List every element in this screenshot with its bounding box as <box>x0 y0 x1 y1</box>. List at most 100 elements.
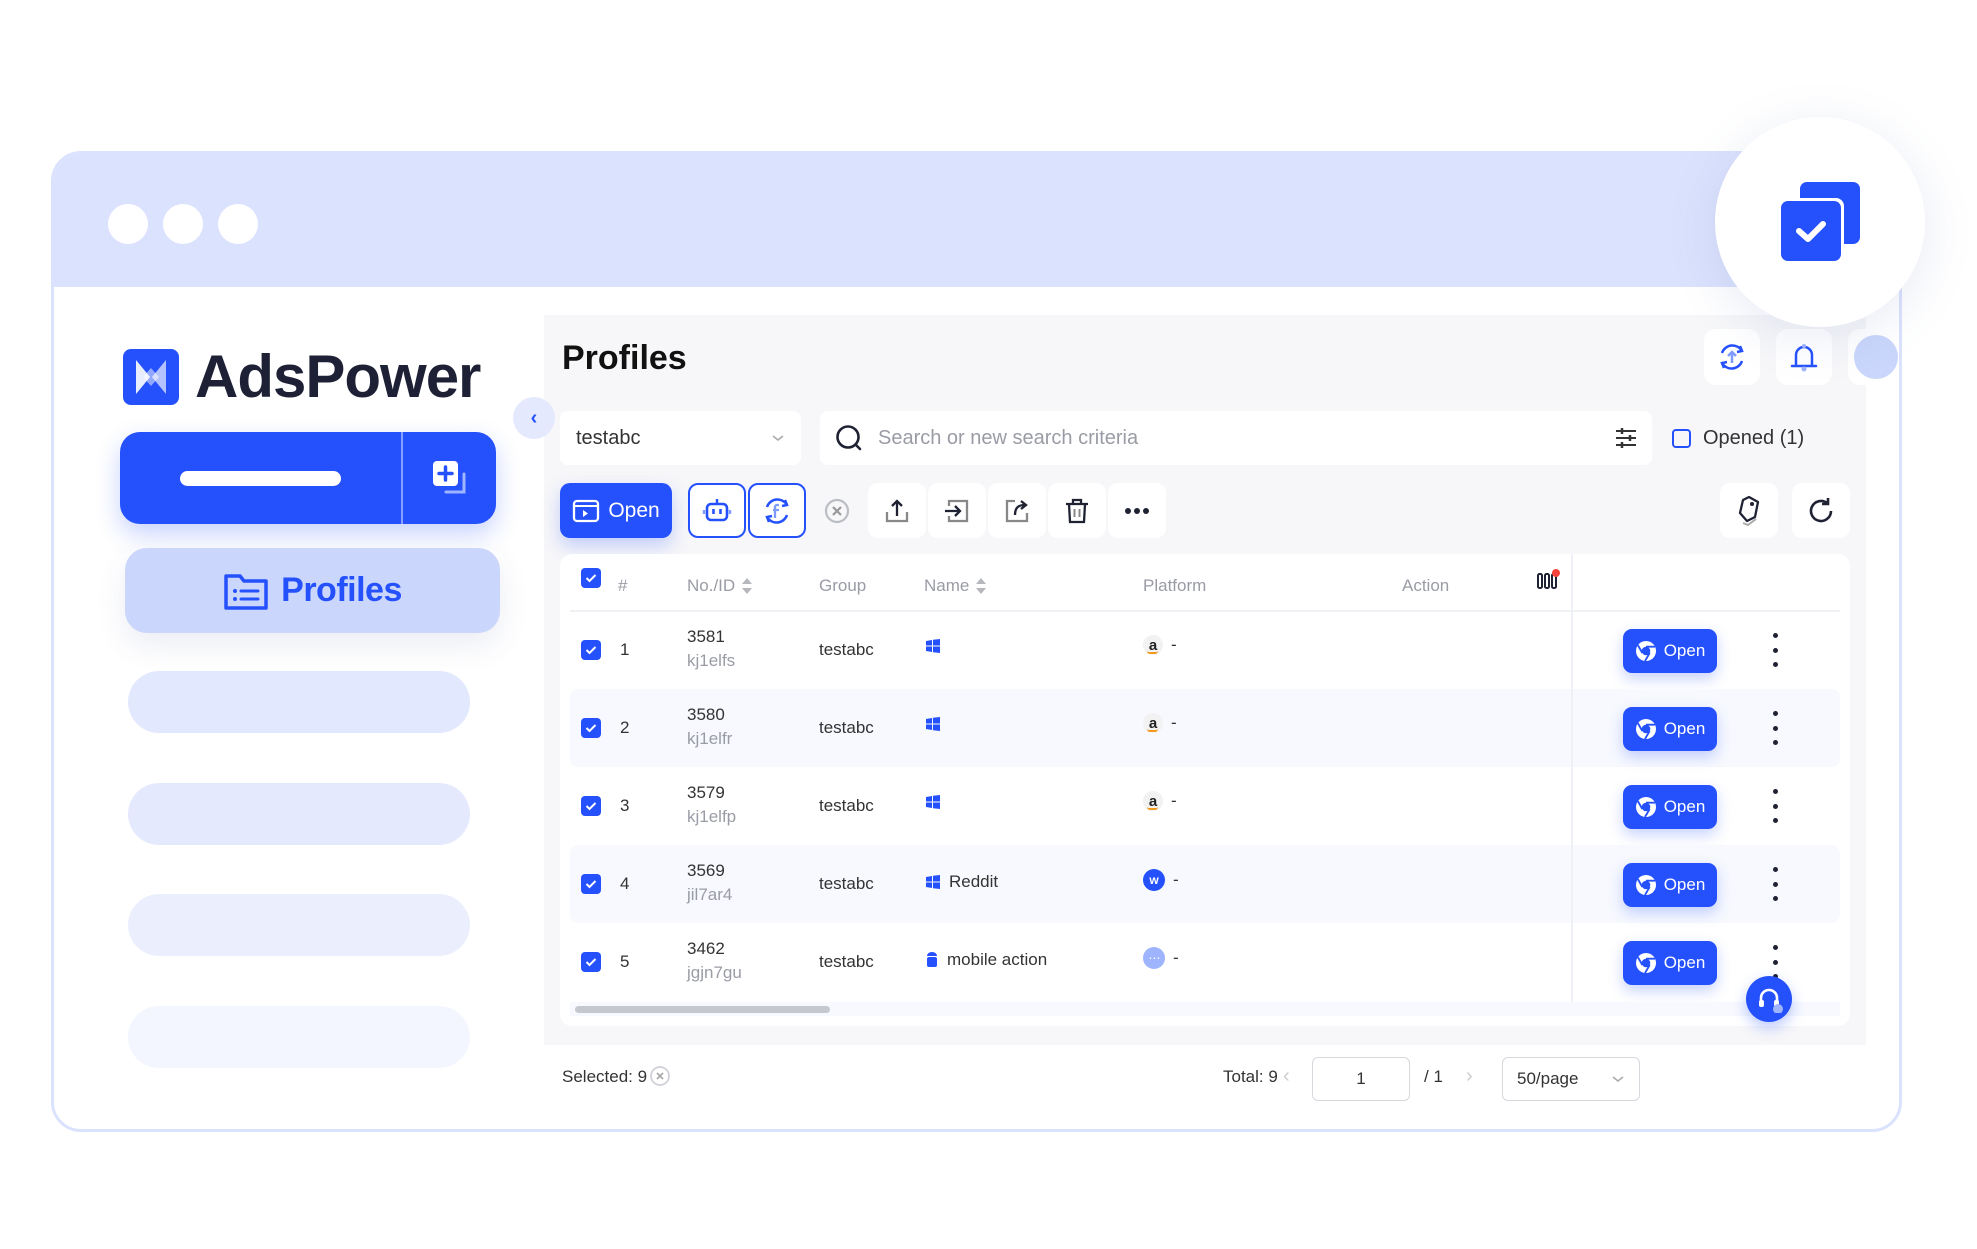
windows-icon <box>926 639 940 653</box>
profile-name: Reddit <box>949 872 999 891</box>
table-row[interactable]: 3 3579 kj1elfp testabc a - Open <box>570 767 1840 845</box>
sidebar-placeholder <box>128 894 470 956</box>
row-index: 2 <box>620 718 630 737</box>
row-checkbox[interactable] <box>581 718 601 738</box>
row-index: 3 <box>620 796 630 815</box>
search-input[interactable] <box>878 426 1600 450</box>
more-icon <box>1125 507 1149 514</box>
import-button[interactable] <box>928 483 986 538</box>
more-button[interactable] <box>1108 483 1166 538</box>
open-profile-label: Open <box>1663 719 1706 738</box>
platform-cell: a- <box>1143 635 1177 655</box>
collapse-sidebar-button[interactable]: ‹ <box>513 397 555 439</box>
add-profile-icon <box>432 461 465 494</box>
row-more-button[interactable] <box>1765 945 1785 979</box>
next-page-button[interactable]: › <box>1466 1065 1473 1088</box>
brand-name: AdsPower <box>195 343 481 410</box>
row-more-button[interactable] <box>1765 633 1785 667</box>
new-profile-button[interactable] <box>120 432 496 524</box>
row-more-button[interactable] <box>1765 711 1785 745</box>
column-header-name[interactable]: Name <box>924 576 987 596</box>
row-checkbox[interactable] <box>581 796 601 816</box>
sync-button[interactable] <box>1704 329 1760 385</box>
sidebar-placeholder <box>128 1006 470 1068</box>
row-more-button[interactable] <box>1765 789 1785 823</box>
support-chat-button[interactable] <box>1746 976 1792 1022</box>
open-profile-button[interactable]: Open <box>1623 629 1717 673</box>
profile-number: 3579 <box>687 783 725 802</box>
checkbox[interactable] <box>1672 428 1691 448</box>
column-header-id[interactable]: No./ID <box>687 576 753 596</box>
opened-filter-checkbox[interactable]: Opened (1) <box>1672 411 1804 465</box>
profile-group: testabc <box>819 640 874 659</box>
group-select[interactable]: testabc <box>560 411 801 465</box>
avatar-button[interactable] <box>1848 329 1899 385</box>
amazon-icon: a <box>1143 713 1163 733</box>
row-checkbox[interactable] <box>581 640 601 660</box>
row-more-button[interactable] <box>1765 867 1785 901</box>
rpa-button[interactable] <box>688 483 746 538</box>
chrome-icon <box>1635 953 1656 974</box>
upload-button[interactable] <box>868 483 926 538</box>
select-all-checkbox[interactable] <box>581 568 601 588</box>
row-checkbox[interactable] <box>581 952 601 972</box>
open-profile-label: Open <box>1663 875 1706 894</box>
close-profiles-button[interactable] <box>808 483 866 538</box>
column-settings-button[interactable] <box>1537 568 1561 595</box>
column-header-index: # <box>618 576 628 595</box>
chevron-down-icon <box>772 435 784 442</box>
title-bar <box>54 154 1899 287</box>
open-profile-button[interactable]: Open <box>1623 863 1717 907</box>
delete-button[interactable] <box>1048 483 1106 538</box>
page-number-input[interactable] <box>1312 1057 1410 1101</box>
total-count: Total: 9 <box>1223 1067 1278 1086</box>
open-profile-button[interactable]: Open <box>1623 707 1717 751</box>
sidebar-item-label: Profiles <box>281 571 402 609</box>
window-control-dot[interactable] <box>218 204 258 244</box>
chrome-icon <box>1635 875 1656 896</box>
row-index: 4 <box>620 874 630 893</box>
share-button[interactable] <box>988 483 1046 538</box>
notifications-button[interactable] <box>1776 329 1832 385</box>
open-profile-button[interactable]: Open <box>1623 785 1717 829</box>
clear-selection-button[interactable] <box>649 1065 671 1092</box>
refresh-icon <box>1809 497 1833 522</box>
kebab-dot <box>1772 647 1778 653</box>
headset-icon <box>1759 988 1783 1013</box>
row-checkbox[interactable] <box>581 874 601 894</box>
page-size-select[interactable]: 50/page <box>1502 1057 1640 1101</box>
window-control-dot[interactable] <box>163 204 203 244</box>
column-header-group: Group <box>819 576 867 595</box>
open-profile-button[interactable]: Open <box>1623 941 1717 985</box>
platform-cell: w- <box>1143 869 1179 891</box>
android-icon <box>927 952 937 967</box>
w-platform-icon: w <box>1143 869 1165 891</box>
search-icon <box>836 425 862 451</box>
refresh-button[interactable] <box>1792 483 1850 538</box>
facebook-sync-button[interactable] <box>748 483 806 538</box>
kebab-dot <box>1772 711 1778 716</box>
window-control-dot[interactable] <box>108 204 148 244</box>
column-header-action: Action <box>1402 576 1450 595</box>
open-selected-button[interactable]: Open <box>560 483 672 538</box>
folder-list-icon <box>224 573 268 610</box>
horizontal-scrollbar[interactable] <box>575 1006 830 1013</box>
profile-group: testabc <box>819 874 874 893</box>
group-select-value: testabc <box>576 426 641 449</box>
table-row[interactable]: 5 3462 jgjn7gu testabc mobile action ⋯ - Open <box>570 923 1840 1001</box>
table-row[interactable]: 2 3580 kj1elfr testabc a - Open <box>570 689 1840 767</box>
new-profile-main[interactable] <box>120 432 403 524</box>
selected-count: Selected: 9 <box>562 1067 648 1086</box>
brand-logo: AdsPower <box>123 342 481 411</box>
tag-button[interactable] <box>1720 483 1778 538</box>
table-row[interactable]: 4 3569 jil7ar4 testabc Reddit w - Open <box>570 845 1840 923</box>
facebook-sync-icon <box>765 497 789 524</box>
prev-page-button[interactable]: ‹ <box>1283 1065 1290 1088</box>
windows-icon <box>926 795 940 809</box>
tag-icon <box>1738 495 1760 526</box>
filter-settings-icon[interactable] <box>1614 427 1638 449</box>
sidebar-item-profiles[interactable]: Profiles <box>125 548 500 633</box>
table-row[interactable]: 1 3581 kj1elfs testabc a - Open <box>570 611 1840 689</box>
add-profile-button[interactable] <box>403 432 496 524</box>
profiles-table: # No./ID Group Name Platform Action 1 358… <box>560 554 1850 1026</box>
